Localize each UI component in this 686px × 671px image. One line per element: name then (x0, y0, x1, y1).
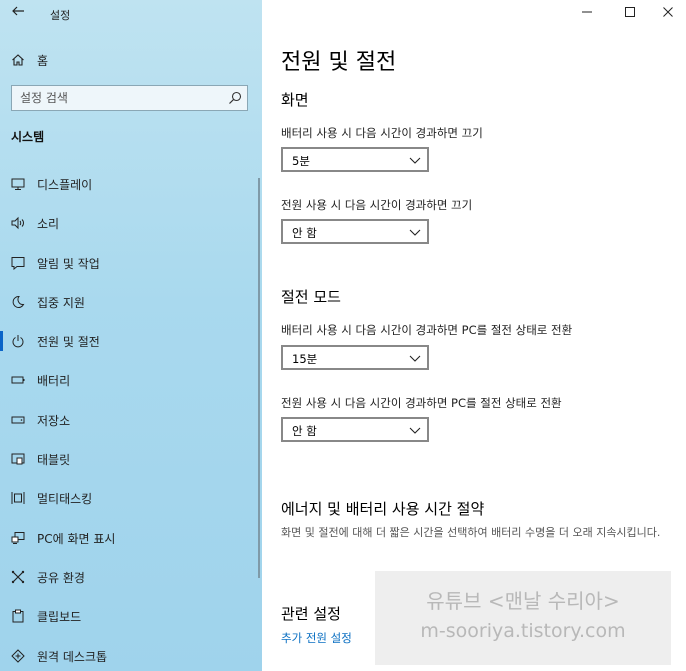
sidebar-item-tablet[interactable]: 태블릿 (0, 445, 262, 484)
chevron-down-icon (409, 427, 421, 434)
sidebar-item-project[interactable]: PC에 화면 표시 (0, 524, 262, 563)
sidebar-scrollbar[interactable] (258, 178, 260, 578)
sidebar-item-display[interactable]: 디스플레이 (0, 170, 262, 209)
sidebar-item-multitasking[interactable]: 멀티태스킹 (0, 484, 262, 523)
monitor-icon (10, 176, 26, 192)
battery-icon (10, 372, 26, 388)
sidebar-item-label: PC에 화면 표시 (37, 531, 116, 546)
chevron-down-icon (409, 355, 421, 362)
screen-battery-dropdown[interactable]: 5분 (281, 147, 429, 172)
home-icon (10, 52, 26, 68)
sidebar-item-label: 전원 및 절전 (37, 335, 100, 350)
additional-power-settings-link[interactable]: 추가 전원 설정 (281, 630, 352, 646)
minimize-button[interactable] (577, 4, 597, 24)
sleep-plugged-label: 전원 사용 시 다음 시간이 경과하면 PC를 절전 상태로 전환 (281, 396, 562, 410)
sidebar-item-clipboard[interactable]: 클립보드 (0, 602, 262, 641)
multitasking-icon (10, 490, 26, 506)
sidebar-nav: 디스플레이 소리 알림 및 작업 집중 지원 전원 및 절전 배터리 저장소 태… (0, 170, 262, 671)
maximize-button[interactable] (620, 4, 640, 24)
screen-plugged-dropdown[interactable]: 안 함 (281, 219, 429, 244)
sidebar-item-share[interactable]: 공유 환경 (0, 563, 262, 602)
energy-section-heading: 에너지 및 배터리 사용 시간 절약 (281, 500, 485, 518)
sidebar-item-remote-desktop[interactable]: 원격 데스크톱 (0, 642, 262, 671)
app-title: 설정 (50, 9, 71, 22)
sidebar-item-label: 원격 데스크톱 (37, 649, 108, 664)
tablet-icon (10, 451, 26, 467)
sidebar-item-label: 디스플레이 (37, 178, 93, 192)
back-button[interactable] (8, 4, 28, 24)
title-bar: 설정 (0, 0, 262, 28)
sidebar-item-label: 저장소 (37, 413, 71, 428)
energy-description: 화면 및 절전에 대해 더 짧은 시간을 선택하여 배터리 수명을 더 오래 지… (281, 526, 661, 539)
sidebar-item-battery[interactable]: 배터리 (0, 366, 262, 405)
chevron-down-icon (409, 157, 421, 164)
sidebar-item-focus-assist[interactable]: 집중 지원 (0, 288, 262, 327)
search-icon[interactable] (227, 90, 243, 106)
sidebar-item-label: 태블릿 (37, 453, 71, 468)
dropdown-value: 안 함 (292, 226, 317, 240)
chevron-down-icon (409, 229, 421, 236)
remote-desktop-icon (10, 648, 26, 664)
related-settings-heading: 관련 설정 (281, 605, 341, 623)
watermark-line2: m-sooriya.tistory.com (420, 620, 626, 642)
project-icon (10, 530, 26, 546)
share-icon (10, 569, 26, 585)
sidebar-item-label: 배터리 (37, 374, 71, 389)
page-title: 전원 및 절전 (281, 50, 397, 75)
sidebar-item-label: 집중 지원 (37, 295, 85, 310)
sidebar-item-power-sleep[interactable]: 전원 및 절전 (0, 327, 262, 366)
sidebar-item-label: 소리 (37, 217, 60, 232)
sidebar-item-label: 멀티태스킹 (37, 492, 93, 507)
sleep-section-heading: 절전 모드 (281, 288, 341, 306)
search-box (11, 85, 248, 111)
dropdown-value: 15분 (292, 352, 318, 366)
sidebar-item-storage[interactable]: 저장소 (0, 406, 262, 445)
sidebar-item-label: 클립보드 (37, 610, 82, 625)
sidebar-item-sound[interactable]: 소리 (0, 209, 262, 248)
speaker-icon (10, 215, 26, 231)
screen-battery-label: 배터리 사용 시 다음 시간이 경과하면 끄기 (281, 126, 483, 140)
clipboard-icon (10, 608, 26, 624)
minimize-icon (582, 11, 592, 13)
sidebar-item-label: 알림 및 작업 (37, 256, 100, 271)
close-icon (663, 7, 673, 17)
screen-plugged-label: 전원 사용 시 다음 시간이 경과하면 끄기 (281, 198, 473, 212)
sidebar-item-notifications[interactable]: 알림 및 작업 (0, 249, 262, 288)
watermark: 유튜브 <맨날 수리아> m-sooriya.tistory.com (375, 571, 671, 665)
sleep-plugged-dropdown[interactable]: 안 함 (281, 417, 429, 442)
sidebar: 설정 홈 시스템 디스플레이 소리 알림 및 작업 집중 지원 (0, 0, 262, 671)
storage-icon (10, 412, 26, 428)
sleep-battery-label: 배터리 사용 시 다음 시간이 경과하면 PC를 절전 상태로 전환 (281, 323, 573, 337)
sleep-battery-dropdown[interactable]: 15분 (281, 345, 429, 370)
sidebar-item-label: 홈 (37, 54, 49, 68)
sidebar-item-label: 공유 환경 (37, 570, 85, 585)
maximize-icon (625, 7, 635, 17)
power-icon (10, 333, 26, 349)
dropdown-value: 5분 (292, 154, 310, 168)
sidebar-item-home[interactable]: 홈 (0, 48, 262, 72)
moon-icon (10, 294, 26, 310)
arrow-left-icon (12, 6, 24, 16)
watermark-line1: 유튜브 <맨날 수리아> (426, 589, 620, 613)
dropdown-value: 안 함 (292, 424, 317, 438)
search-input[interactable] (12, 86, 222, 110)
close-button[interactable] (658, 4, 678, 24)
screen-section-heading: 화면 (281, 91, 309, 109)
notification-icon (10, 255, 26, 271)
sidebar-section-heading: 시스템 (11, 130, 45, 144)
